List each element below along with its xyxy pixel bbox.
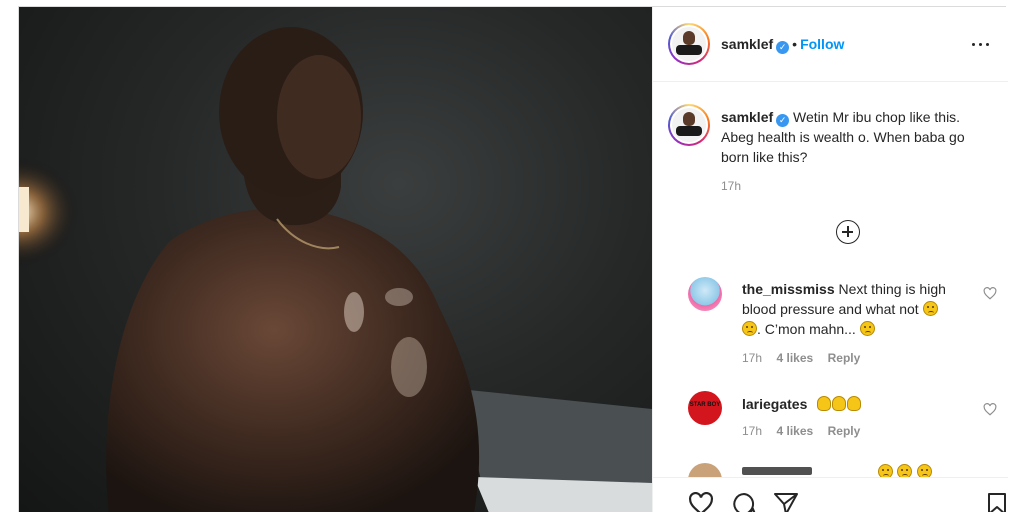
heart-icon[interactable] [688, 492, 714, 512]
post-photo[interactable] [19, 7, 652, 512]
sad-face-emoji-icon [742, 321, 757, 336]
comment-icon[interactable] [731, 492, 757, 512]
bookmark-icon[interactable] [986, 492, 1008, 512]
comment-text-line: . C’mon mahn... [757, 321, 856, 337]
frowning-face-emoji-icon [859, 321, 875, 336]
comment-likes[interactable]: 4 likes [776, 424, 813, 438]
comment: the_missmiss Next thing is high blood pr… [742, 279, 957, 339]
author-line: samklef ✓ • Follow [721, 36, 844, 54]
separator-dot: • [792, 36, 798, 52]
comment-meta: 17h 4 likes Reply [742, 349, 860, 367]
author-avatar[interactable] [668, 23, 710, 65]
frowning-face-emoji-icon [922, 301, 938, 316]
comment-timestamp: 17h [742, 424, 763, 438]
post-header: samklef ✓ • Follow [653, 7, 1008, 82]
avatar-logo-text: STAR BOY [689, 402, 721, 408]
reply-button[interactable]: Reply [828, 351, 861, 365]
comment-text-line: blood pressure and what not [742, 301, 919, 317]
author-username[interactable]: samklef [721, 36, 773, 52]
clapping-hands-emoji-icon [817, 396, 862, 412]
comment-username-cropped [742, 467, 812, 475]
commenter-avatar[interactable] [688, 277, 722, 311]
caption: samklef ✓ Wetin Mr ibu chop like this. Ab… [721, 107, 991, 167]
photo-illustration [19, 27, 652, 512]
comment-meta: 17h 4 likes Reply [742, 422, 860, 440]
comment: lariegates [742, 394, 862, 414]
post-side-panel: samklef ✓ • Follow samklef ✓ Wetin Mr ibu ch… [652, 7, 1008, 512]
more-options-icon[interactable] [972, 43, 990, 47]
heart-icon[interactable] [983, 287, 997, 300]
plus-circle-icon[interactable] [836, 220, 860, 244]
action-bar [653, 477, 1008, 512]
comment-username[interactable]: lariegates [742, 396, 807, 412]
comment-text-line: Next thing is high [838, 281, 946, 297]
caption-username[interactable]: samklef [721, 109, 773, 125]
heart-icon[interactable] [983, 403, 997, 416]
comment-username[interactable]: the_missmiss [742, 281, 835, 297]
verified-badge-icon: ✓ [776, 114, 790, 127]
paper-plane-icon[interactable] [773, 492, 799, 512]
comment-likes[interactable]: 4 likes [776, 351, 813, 365]
caption-author-avatar[interactable] [668, 104, 710, 146]
verified-badge-icon: ✓ [776, 41, 790, 54]
commenter-avatar[interactable]: STAR BOY [688, 391, 722, 425]
reply-button[interactable]: Reply [828, 424, 861, 438]
instagram-post: samklef ✓ • Follow samklef ✓ Wetin Mr ibu ch… [18, 6, 1008, 512]
follow-button[interactable]: Follow [800, 36, 844, 52]
comment-timestamp: 17h [742, 351, 763, 365]
caption-timestamp: 17h [721, 179, 742, 193]
